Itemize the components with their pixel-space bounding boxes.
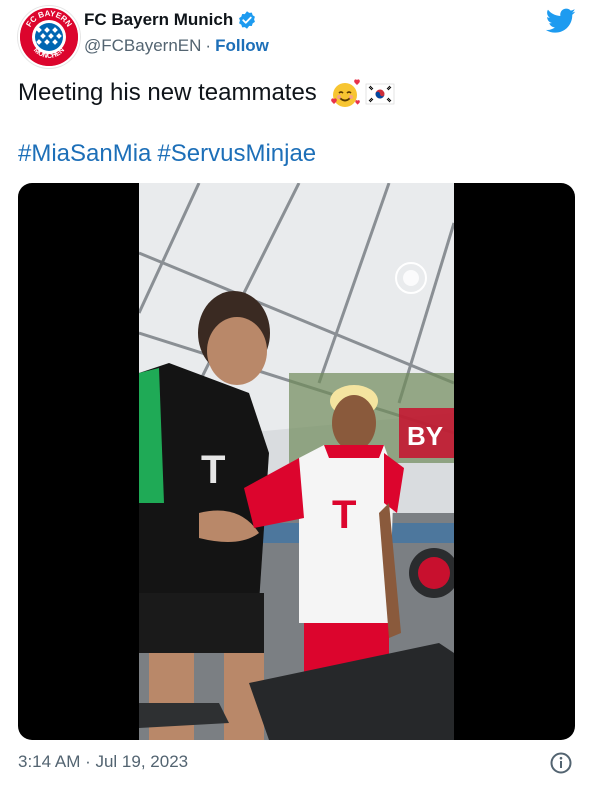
twitter-bird-icon[interactable] <box>546 8 576 34</box>
author-name-row: FC Bayern Munich <box>84 10 257 30</box>
background-sign-text: BY <box>407 421 443 451</box>
hashtag-link[interactable]: #MiaSanMia <box>18 140 151 167</box>
author-display-name[interactable]: FC Bayern Munich <box>84 10 233 30</box>
hashtag-row: #MiaSanMia #ServusMinjae <box>18 140 322 168</box>
author-handle[interactable]: @FCBayernEN <box>84 36 201 56</box>
follow-button[interactable]: Follow <box>215 36 269 56</box>
tweet-header: FC BAYERN MÜNCHEN FC Bayern Munich @FCBa… <box>18 6 578 68</box>
tweet-text-row: Meeting his new teammates <box>18 78 395 109</box>
verified-badge-icon <box>239 11 256 29</box>
author-handle-row: @FCBayernEN · Follow <box>84 36 269 56</box>
media-container[interactable]: BY T T <box>18 183 575 740</box>
video-player[interactable]: BY T T <box>139 183 454 740</box>
info-icon[interactable] <box>549 751 573 775</box>
south-korea-flag-emoji <box>366 83 395 105</box>
hashtag-link[interactable]: #ServusMinjae <box>157 140 316 167</box>
video-frame: BY T T <box>139 183 454 740</box>
author-avatar[interactable]: FC BAYERN MÜNCHEN <box>18 6 80 68</box>
smiling-face-with-hearts-emoji <box>331 78 361 107</box>
svg-text:T: T <box>201 448 225 492</box>
emoji-group <box>329 78 395 109</box>
fc-bayern-logo-icon: FC BAYERN MÜNCHEN <box>20 8 78 66</box>
svg-text:T: T <box>332 493 356 537</box>
tweet-timestamp[interactable]: 3:14 AM · Jul 19, 2023 <box>18 752 188 772</box>
tweet-text: Meeting his new teammates <box>18 79 317 106</box>
separator-dot: · <box>205 36 212 55</box>
